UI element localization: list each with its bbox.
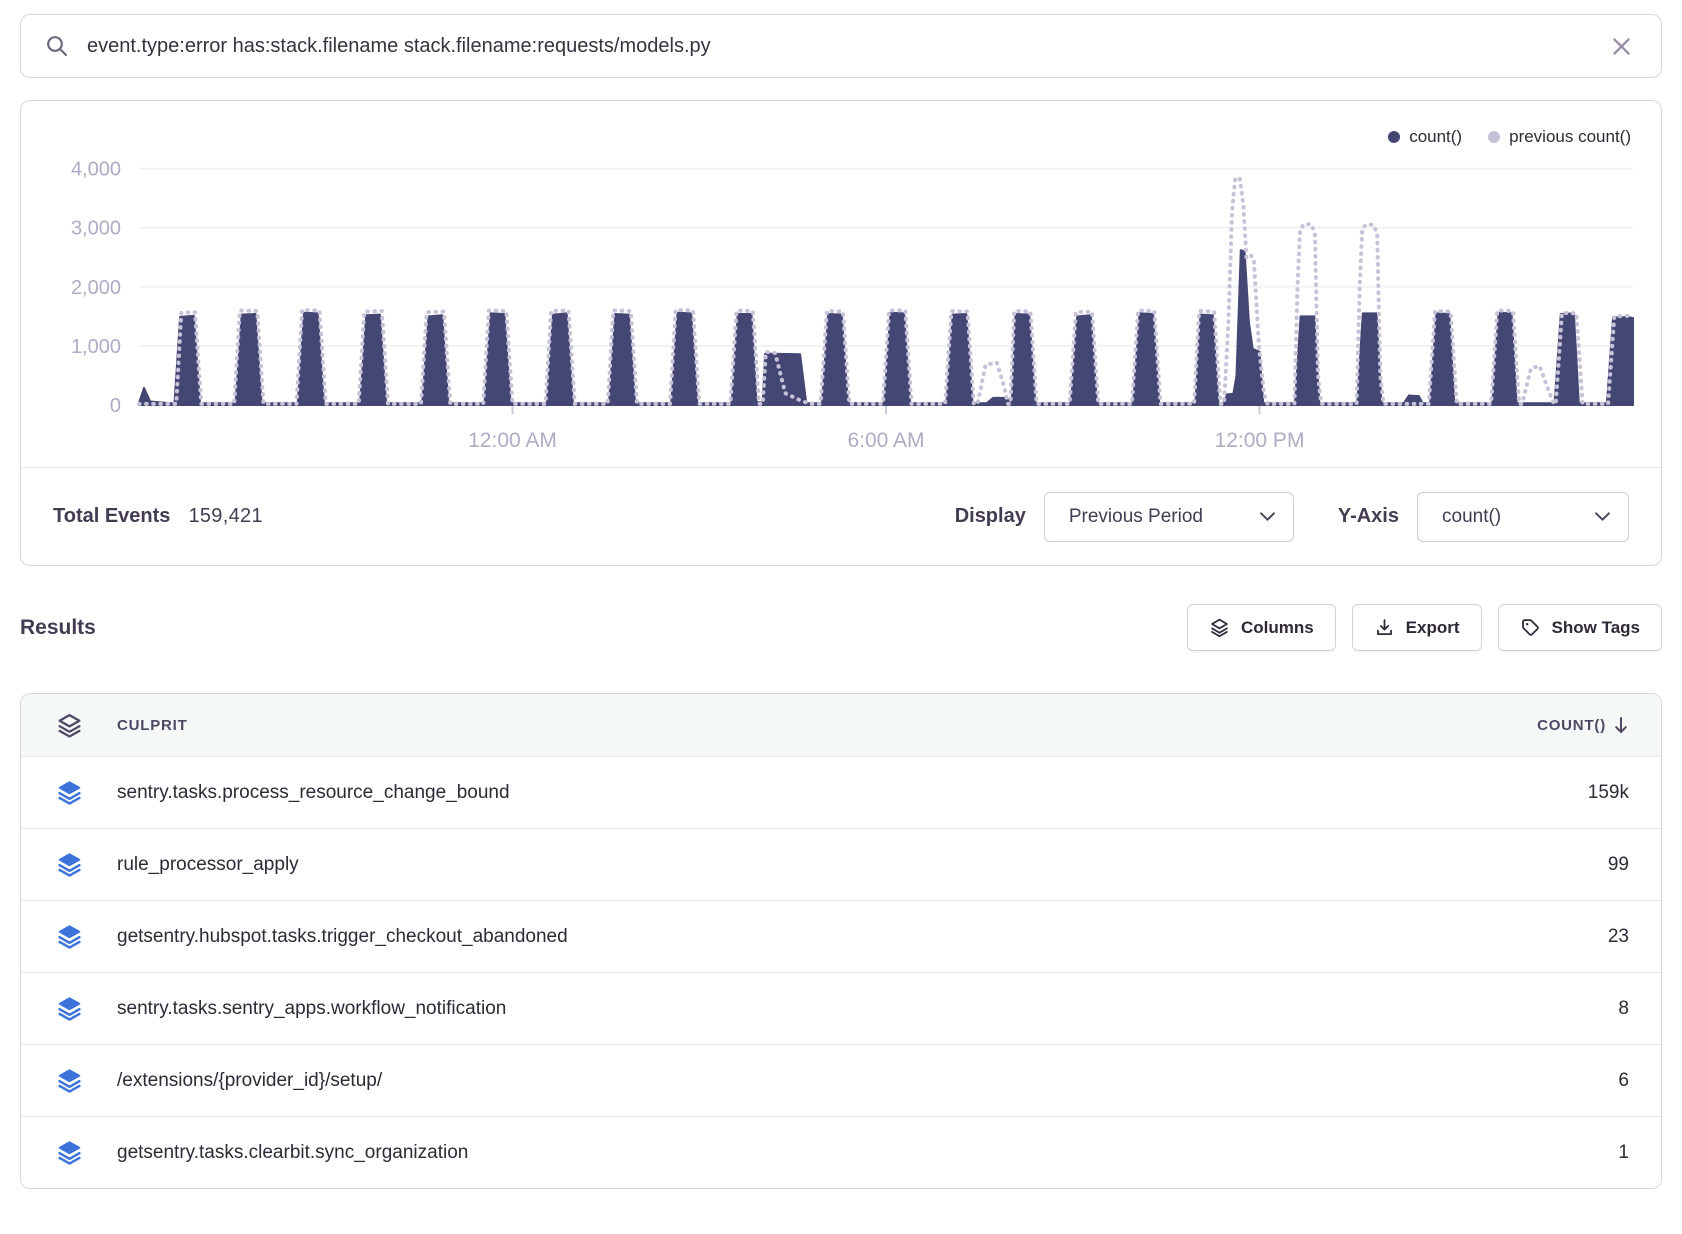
culprit-cell[interactable]: getsentry.tasks.clearbit.sync_organizati… bbox=[117, 1142, 1421, 1164]
columns-icon bbox=[1209, 617, 1230, 638]
legend-dot-previous-count bbox=[1488, 131, 1500, 143]
y-tick-label: 3,000 bbox=[71, 218, 121, 240]
culprit-cell[interactable]: sentry.tasks.process_resource_change_bou… bbox=[117, 782, 1421, 804]
count-cell: 6 bbox=[1618, 1070, 1661, 1092]
show-tags-button[interactable]: Show Tags bbox=[1498, 604, 1662, 651]
columns-button-label: Columns bbox=[1241, 618, 1314, 638]
legend-dot-count bbox=[1388, 131, 1400, 143]
yaxis-label: Y-Axis bbox=[1338, 505, 1399, 528]
search-input[interactable] bbox=[85, 34, 1606, 59]
export-button[interactable]: Export bbox=[1352, 604, 1482, 651]
y-tick-label: 0 bbox=[110, 395, 121, 417]
results-title: Results bbox=[20, 616, 96, 640]
table-row: /extensions/{provider_id}/setup/6 bbox=[21, 1044, 1661, 1116]
legend-item-previous-count[interactable]: previous count() bbox=[1488, 127, 1631, 147]
culprit-cell[interactable]: /extensions/{provider_id}/setup/ bbox=[117, 1070, 1421, 1092]
count-cell: 8 bbox=[1618, 998, 1661, 1020]
column-header-culprit[interactable]: CULPRIT bbox=[117, 717, 1421, 734]
chart-footer: Total Events 159,421 Display Previous Pe… bbox=[21, 467, 1661, 565]
sort-desc-icon bbox=[1613, 716, 1629, 735]
stack-icon-blue[interactable] bbox=[56, 923, 83, 950]
y-tick-label: 2,000 bbox=[71, 277, 121, 299]
stack-icon-blue[interactable] bbox=[56, 851, 83, 878]
search-icon bbox=[45, 34, 69, 58]
display-dropdown[interactable]: Previous Period bbox=[1044, 492, 1294, 542]
events-chart-panel: count() previous count() 0 1,000 2,000 3,00… bbox=[20, 100, 1662, 566]
stack-icon-blue[interactable] bbox=[56, 1067, 83, 1094]
column-header-count[interactable]: COUNT() bbox=[1537, 716, 1661, 735]
yaxis-dropdown[interactable]: count() bbox=[1417, 492, 1629, 542]
y-tick-label: 4,000 bbox=[71, 159, 121, 181]
results-table: CULPRIT COUNT() sentry.tasks.process_res… bbox=[20, 693, 1662, 1189]
export-icon bbox=[1374, 617, 1395, 638]
culprit-cell[interactable]: sentry.tasks.sentry_apps.workflow_notifi… bbox=[117, 998, 1421, 1020]
stack-icon-blue[interactable] bbox=[56, 995, 83, 1022]
chart-area[interactable]: 0 1,000 2,000 3,000 4,000 12:00 AM 6:00 AM 12:0… bbox=[21, 101, 1661, 467]
search-bar[interactable] bbox=[20, 14, 1662, 78]
export-button-label: Export bbox=[1406, 618, 1460, 638]
count-cell: 23 bbox=[1608, 926, 1661, 948]
table-body: sentry.tasks.process_resource_change_bou… bbox=[21, 756, 1661, 1188]
count-cell: 1 bbox=[1618, 1142, 1661, 1164]
y-tick-label: 1,000 bbox=[71, 336, 121, 358]
count-cell: 159k bbox=[1588, 782, 1661, 804]
results-header-row: Results Columns Export Show Tags bbox=[20, 604, 1662, 651]
table-row: sentry.tasks.sentry_apps.workflow_notifi… bbox=[21, 972, 1661, 1044]
chart-legend: count() previous count() bbox=[1388, 127, 1631, 147]
total-events-value: 159,421 bbox=[188, 505, 262, 528]
stack-icon-blue[interactable] bbox=[56, 1139, 83, 1166]
column-header-count-label: COUNT() bbox=[1537, 717, 1606, 734]
legend-item-count[interactable]: count() bbox=[1388, 127, 1462, 147]
table-row: rule_processor_apply 99 bbox=[21, 828, 1661, 900]
table-row: getsentry.hubspot.tasks.trigger_checkout… bbox=[21, 900, 1661, 972]
yaxis-dropdown-value: count() bbox=[1442, 506, 1501, 528]
close-icon bbox=[1612, 37, 1631, 56]
clear-search-button[interactable] bbox=[1606, 31, 1637, 62]
count-cell: 99 bbox=[1608, 854, 1661, 876]
table-row: getsentry.tasks.clearbit.sync_organizati… bbox=[21, 1116, 1661, 1188]
chevron-down-icon bbox=[1260, 512, 1275, 521]
legend-label-count: count() bbox=[1409, 127, 1462, 147]
chevron-down-icon bbox=[1595, 512, 1610, 521]
table-row: sentry.tasks.process_resource_change_bou… bbox=[21, 756, 1661, 828]
culprit-cell[interactable]: getsentry.hubspot.tasks.trigger_checkout… bbox=[117, 926, 1421, 948]
display-label: Display bbox=[955, 505, 1026, 528]
x-tick-label: 12:00 AM bbox=[468, 429, 557, 452]
columns-button[interactable]: Columns bbox=[1187, 604, 1336, 651]
display-dropdown-value: Previous Period bbox=[1069, 506, 1203, 528]
show-tags-button-label: Show Tags bbox=[1552, 618, 1640, 638]
table-header-row: CULPRIT COUNT() bbox=[21, 694, 1661, 756]
legend-label-previous-count: previous count() bbox=[1509, 127, 1631, 147]
stack-icon bbox=[56, 712, 83, 739]
events-chart[interactable]: 0 1,000 2,000 3,000 4,000 12:00 AM 6:00 AM 12:0… bbox=[21, 115, 1661, 467]
x-tick-label: 12:00 PM bbox=[1215, 429, 1305, 452]
x-tick-label: 6:00 AM bbox=[847, 429, 924, 452]
tag-icon bbox=[1520, 617, 1541, 638]
culprit-cell[interactable]: rule_processor_apply bbox=[117, 854, 1421, 876]
total-events-label: Total Events bbox=[53, 505, 170, 528]
stack-icon-blue[interactable] bbox=[56, 779, 83, 806]
